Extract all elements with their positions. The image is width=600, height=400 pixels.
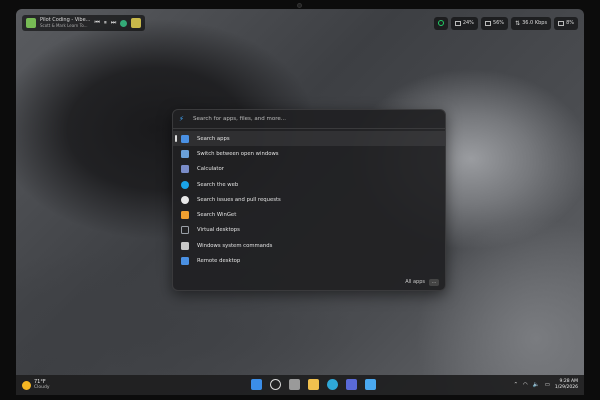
memory-value: 56% [492, 20, 505, 26]
more-options-icon[interactable]: ··· [429, 278, 439, 286]
album-art [26, 18, 36, 28]
window-switch-icon [181, 149, 189, 158]
clock[interactable]: 9:28 AM 1/29/2026 [555, 379, 578, 391]
volume-icon[interactable]: 🔈 [533, 382, 540, 388]
powertoys-run-icon[interactable] [365, 379, 376, 390]
app-icon[interactable] [131, 18, 142, 28]
apps-search-icon [181, 134, 189, 143]
weather-widget[interactable]: 71°F Cloudy [22, 379, 50, 391]
virtual-desktops-icon [181, 226, 189, 235]
next-icon[interactable]: ⏭ [111, 19, 116, 27]
pause-icon[interactable]: ⏸ [104, 19, 107, 27]
result-label: Switch between open windows [197, 150, 279, 157]
result-item[interactable]: Virtual desktops [173, 223, 445, 238]
store-icon[interactable] [346, 379, 357, 390]
network-value: 36.0 Kbps [522, 20, 548, 26]
system-commands-icon [181, 241, 189, 250]
taskbar-apps [251, 379, 376, 390]
start-icon[interactable] [251, 379, 262, 390]
media-artist: Scott & Mark Learn To... [40, 23, 88, 28]
cpu-widget[interactable]: 24% [450, 16, 478, 30]
web-search-icon [181, 180, 189, 189]
cpu-icon [454, 20, 461, 26]
task-view-icon[interactable] [289, 379, 300, 390]
remote-desktop-icon [181, 257, 189, 266]
result-label: Virtual desktops [197, 227, 240, 234]
result-label: Search issues and pull requests [197, 196, 281, 203]
app-icon[interactable] [120, 19, 128, 27]
file-explorer-icon[interactable] [308, 379, 319, 390]
search-box[interactable]: ⚡ Search for apps, files, and more... [173, 110, 445, 128]
search-icon[interactable] [270, 379, 281, 390]
network-icon: ⇅ [515, 19, 521, 27]
cpu-value: 24% [462, 20, 474, 26]
laptop-frame: Pilot Coding - Vibe... Scott & Mark Lear… [0, 0, 600, 400]
weather-condition: Cloudy [34, 385, 50, 390]
result-label: Remote desktop [197, 258, 241, 265]
command-palette: ⚡ Search for apps, files, and more... Se… [172, 109, 446, 291]
result-item[interactable]: Windows system commands [173, 238, 445, 253]
result-item[interactable]: Search apps [173, 131, 445, 147]
result-label: Search the web [197, 181, 239, 188]
powertoys-run-icon: ⚡ [179, 115, 184, 123]
webcam-icon [297, 3, 302, 8]
winget-icon [181, 211, 189, 220]
gauge-icon [437, 20, 444, 26]
palette-footer: All apps ··· [173, 274, 445, 290]
result-item[interactable]: Remote desktop [173, 253, 445, 268]
result-item[interactable]: Calculator [173, 162, 445, 177]
date: 1/29/2026 [554, 385, 578, 390]
result-label: Calculator [197, 166, 224, 173]
battery-widget[interactable]: 8% [554, 16, 578, 30]
network-widget[interactable]: ⇅ 36.0 Kbps [511, 16, 552, 30]
memory-icon [484, 20, 491, 26]
battery-icon [558, 20, 565, 26]
edge-icon[interactable] [327, 379, 338, 390]
battery-icon[interactable]: ▭ [545, 382, 550, 388]
result-item[interactable]: Search WinGet [173, 207, 445, 222]
gpu-widget[interactable] [433, 16, 448, 30]
taskbar: 71°F Cloudy ⌃ ◠ 🔈 ▭ 9:28 AM 1/29/2026 [16, 375, 584, 395]
result-item[interactable]: Search the web [173, 177, 445, 192]
result-label: Search apps [197, 135, 230, 142]
search-input[interactable]: Search for apps, files, and more... [193, 116, 286, 122]
result-label: Search WinGet [197, 212, 237, 219]
memory-widget[interactable]: 56% [480, 16, 509, 30]
result-item[interactable]: Search issues and pull requests [173, 192, 445, 207]
all-apps-button[interactable]: All apps [405, 279, 425, 285]
desktop: Pilot Coding - Vibe... Scott & Mark Lear… [16, 9, 584, 395]
chevron-up-icon[interactable]: ⌃ [513, 382, 518, 388]
system-tray: ⌃ ◠ 🔈 ▭ 9:28 AM 1/29/2026 [513, 379, 578, 391]
result-list: Search apps Switch between open windows … [173, 129, 445, 271]
calculator-icon [181, 165, 189, 174]
battery-value: 8% [566, 20, 574, 26]
result-label: Windows system commands [197, 242, 273, 249]
previous-icon[interactable]: ⏮ [94, 19, 99, 27]
media-widget[interactable]: Pilot Coding - Vibe... Scott & Mark Lear… [22, 15, 146, 31]
result-item[interactable]: Switch between open windows [173, 146, 445, 161]
wifi-icon[interactable]: ◠ [523, 382, 528, 388]
github-icon [181, 195, 189, 204]
sun-icon [22, 380, 31, 390]
top-status-bar: Pilot Coding - Vibe... Scott & Mark Lear… [16, 15, 584, 31]
